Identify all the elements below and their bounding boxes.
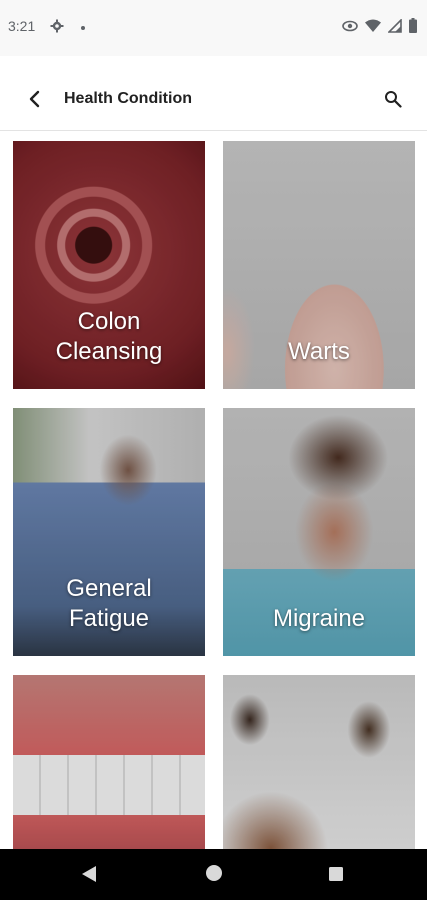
signal-icon [387, 17, 402, 38]
gear-icon [50, 19, 64, 38]
battery-icon [409, 18, 417, 38]
condition-card-colon-cleansing[interactable]: Colon Cleansing [13, 141, 205, 389]
condition-label: General Fatigue [66, 575, 152, 632]
system-nav-bar [0, 849, 427, 900]
app-bar: Health Condition [0, 56, 427, 131]
condition-card-general-fatigue[interactable]: General Fatigue [13, 408, 205, 656]
wifi-icon [365, 19, 381, 38]
arrow-left-icon [28, 90, 40, 113]
page-title: Health Condition [64, 90, 192, 107]
condition-grid: Colon Cleansing Warts General Fatigue Mi… [13, 141, 415, 849]
status-time: 3:21 [8, 18, 36, 34]
back-button[interactable] [20, 87, 48, 115]
nav-back-icon[interactable] [80, 864, 98, 889]
condition-card-teeth[interactable] [13, 675, 205, 849]
dot-icon [81, 26, 85, 30]
condition-card-warts[interactable]: Warts [223, 141, 415, 389]
condition-card-couple[interactable] [223, 675, 415, 849]
status-icons [342, 17, 417, 38]
search-button[interactable] [379, 87, 407, 115]
search-icon [384, 90, 402, 113]
nav-recent-icon[interactable] [328, 866, 344, 887]
eye-icon [342, 19, 358, 37]
nav-home-icon[interactable] [205, 864, 223, 887]
condition-label: Migraine [272, 605, 366, 632]
condition-label: Colon Cleansing [55, 308, 163, 365]
condition-card-migraine[interactable]: Migraine [223, 408, 415, 656]
status-bar: 3:21 [0, 0, 427, 56]
condition-label: Warts [288, 338, 350, 365]
